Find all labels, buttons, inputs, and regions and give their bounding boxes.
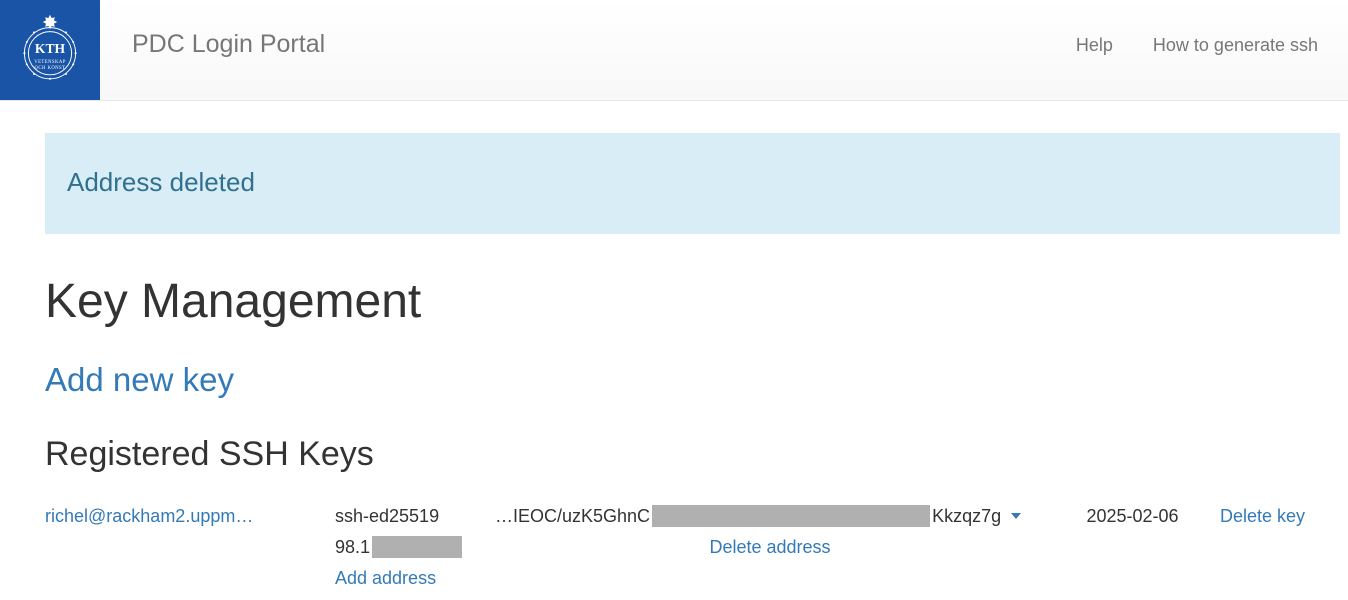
delete-address-link[interactable]: Delete address: [709, 537, 830, 557]
nav-links: Help How to generate ssh: [1056, 0, 1348, 100]
page-title: Key Management: [45, 274, 1340, 329]
key-type: ssh-ed25519: [335, 502, 495, 531]
alert-info: Address deleted: [45, 133, 1340, 234]
add-address-row: Add address: [45, 564, 1340, 593]
address-ip: 98.1: [335, 533, 495, 562]
redacted-block: [652, 505, 930, 527]
fingerprint-suffix: Kkzqz7g: [932, 502, 1001, 531]
add-address-link[interactable]: Add address: [335, 568, 436, 588]
brand-title: PDC Login Portal: [100, 0, 343, 100]
expand-caret-icon[interactable]: [1011, 513, 1021, 519]
ip-prefix: 98.1: [335, 533, 370, 562]
main-container: Address deleted Key Management Add new k…: [0, 133, 1340, 592]
add-new-key-link[interactable]: Add new key: [45, 361, 234, 399]
redacted-block: [372, 536, 462, 558]
registered-keys-heading: Registered SSH Keys: [45, 435, 1340, 474]
navbar: KTH VETENSKAP OCH KONST PDC Login Portal…: [0, 0, 1348, 101]
alert-message: Address deleted: [67, 167, 255, 197]
address-row: 98.1 Delete address: [45, 533, 1340, 562]
svg-text:KTH: KTH: [35, 41, 66, 56]
kth-logo-svg: KTH VETENSKAP OCH KONST: [10, 10, 90, 90]
nav-help[interactable]: Help: [1056, 30, 1133, 61]
key-fingerprint: …IEOC/uzK5GhnC Kkzqz7g: [495, 502, 1045, 531]
kth-logo[interactable]: KTH VETENSKAP OCH KONST: [0, 0, 100, 100]
key-label[interactable]: richel@rackham2.uppm…: [45, 502, 335, 531]
fingerprint-prefix: …IEOC/uzK5GhnC: [495, 502, 650, 531]
delete-key-link[interactable]: Delete key: [1220, 502, 1305, 531]
key-date: 2025-02-06: [1045, 502, 1220, 531]
nav-howto-ssh[interactable]: How to generate ssh: [1133, 30, 1338, 61]
ssh-keys-table: richel@rackham2.uppm… ssh-ed25519 …IEOC/…: [45, 502, 1340, 592]
svg-text:VETENSKAP: VETENSKAP: [34, 60, 66, 65]
ssh-key-row: richel@rackham2.uppm… ssh-ed25519 …IEOC/…: [45, 502, 1340, 531]
svg-text:OCH KONST: OCH KONST: [35, 66, 66, 71]
